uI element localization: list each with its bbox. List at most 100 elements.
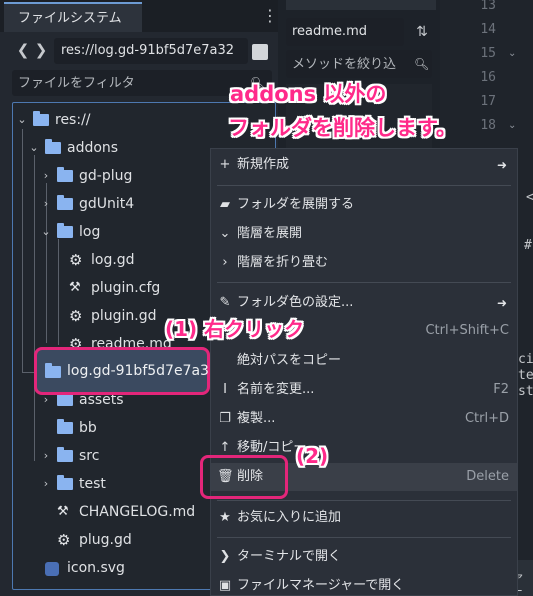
tree-item-label: log.gd-91bf5d7e7a32: [67, 363, 218, 379]
code-fragment: st: [518, 384, 533, 399]
search-icon[interactable]: 🔍︎: [414, 56, 430, 72]
rename-icon: I: [223, 382, 227, 397]
annotation-headline-line2: フォルダを削除します。: [228, 116, 457, 140]
code-fragment: #: [524, 238, 532, 253]
sort-icon[interactable]: ⇅: [412, 22, 432, 42]
menu-item-label: 新規作成: [237, 157, 290, 172]
folder-icon: [45, 139, 61, 155]
tree-item-label: bb: [79, 420, 97, 436]
path-navigation: ❮ ❯ res://log.gd-91bf5d7e7a32: [0, 34, 278, 66]
delete-highlight: [200, 455, 288, 499]
menu-separator: [217, 537, 511, 538]
folder-icon: [57, 447, 73, 463]
chevron-down-icon: ⌄: [219, 226, 231, 241]
file-filter-input[interactable]: [12, 70, 248, 96]
folder-icon: [33, 111, 49, 127]
tree-item-label: plugin.cfg: [91, 280, 161, 296]
panel-top-strip: [286, 0, 436, 10]
code-fragment: <: [526, 190, 533, 205]
line-number: 13: [480, 0, 496, 13]
kebab-menu-icon[interactable]: ⋮: [262, 6, 278, 26]
context-menu: + 新規作成 ➜ ▰ フォルダを展開する ⌄ 階層を展開 › 階層を折り畳む ✎…: [210, 148, 518, 596]
menu-separator: [217, 282, 511, 283]
menu-item-label: 階層を展開: [237, 226, 303, 241]
method-filter-input[interactable]: [286, 50, 410, 78]
line-number: 18: [480, 118, 496, 133]
chevron-down-icon[interactable]: ⌄: [39, 223, 53, 241]
chevron-right-icon: ›: [222, 255, 228, 270]
dock-tabbar: ファイルシステム ⋮: [0, 0, 278, 32]
menu-item-label: ターミナルで開く: [237, 549, 342, 564]
line-number: 15: [480, 46, 496, 61]
menu-item-label: 名前を変更...: [237, 382, 315, 397]
brush-icon: ✎: [219, 295, 231, 310]
menu-item-rename[interactable]: I 名前を変更... F2: [211, 376, 517, 404]
menu-item-add-favorite[interactable]: ★ お気に入りに追加: [211, 504, 517, 532]
tree-item-label: test: [79, 476, 106, 492]
tree-item-label: addons: [67, 140, 119, 156]
menu-shortcut: Ctrl+Shift+C: [425, 323, 509, 338]
tree-item-label: icon.svg: [67, 560, 125, 576]
tab-filesystem[interactable]: ファイルシステム: [4, 2, 142, 32]
folder-open-icon: ▰: [220, 197, 230, 212]
config-icon: ⚒: [57, 504, 69, 519]
menu-shortcut: F2: [493, 382, 509, 397]
tree-item-label: CHANGELOG.md: [79, 504, 196, 520]
fold-chevron-icon[interactable]: ⌄: [508, 42, 516, 66]
chevron-left-icon[interactable]: ❮: [14, 38, 32, 62]
tree-item-label: log.gd: [91, 252, 135, 268]
chevron-right-icon[interactable]: ›: [39, 195, 53, 213]
menu-item-collapse-hierarchy[interactable]: › 階層を折り畳む: [211, 249, 517, 277]
submenu-arrow-icon: ➜: [496, 158, 507, 172]
terminal-icon: ❯: [219, 549, 231, 564]
menu-item-label: ファイルマネージャーで開く: [237, 578, 405, 593]
chevron-down-icon[interactable]: ⌄: [15, 111, 29, 129]
annotation-step1: (1) 右クリック: [165, 317, 305, 341]
menu-item-label: 絶対パスをコピー: [237, 353, 342, 368]
fold-chevron-icon[interactable]: ⌄: [508, 114, 516, 138]
plus-icon: +: [219, 157, 231, 172]
menu-item-label: フォルダを展開する: [237, 197, 355, 212]
menu-item-label: 階層を折り畳む: [237, 255, 329, 270]
tree-item-label: plug.gd: [79, 532, 132, 548]
menu-separator: [217, 500, 511, 501]
folder-icon: [57, 475, 73, 491]
path-field[interactable]: res://log.gd-91bf5d7e7a32: [54, 38, 248, 64]
menu-item-new[interactable]: + 新規作成 ➜: [211, 151, 517, 179]
submenu-arrow-icon: ➜: [496, 296, 507, 310]
menu-item-label: 複製...: [237, 411, 276, 426]
godot-icon: [45, 561, 61, 576]
annotation-step2: (2): [296, 444, 329, 468]
menu-item-open-file-manager[interactable]: ▣ ファイルマネージャーで開く: [211, 572, 517, 596]
chevron-down-icon[interactable]: ⌄: [27, 139, 41, 157]
method-filter: 🔍︎: [286, 50, 432, 78]
file-manager-icon: ▣: [218, 578, 232, 593]
gear-icon: ⚙: [69, 251, 83, 269]
config-icon: ⚒: [69, 280, 81, 295]
annotation-headline-line1: addons 以外の: [230, 82, 387, 106]
menu-separator: [217, 185, 511, 186]
line-number: 16: [480, 70, 496, 85]
menu-item-expand-hierarchy[interactable]: ⌄ 階層を展開: [211, 220, 517, 248]
chevron-right-icon[interactable]: ›: [39, 447, 53, 465]
line-number: 17: [480, 94, 496, 109]
menu-item-copy-absolute-path[interactable]: 絶対パスをコピー: [211, 347, 517, 375]
script-name[interactable]: readme.md: [286, 18, 404, 46]
line-number: 14: [480, 22, 496, 37]
menu-item-label: お気に入りに追加: [237, 510, 342, 525]
menu-item-expand-folder[interactable]: ▰ フォルダを展開する: [211, 191, 517, 219]
tree-item-label: gdUnit4: [79, 196, 135, 212]
tree-item-label: gd-plug: [79, 168, 133, 184]
folder-icon: [57, 167, 73, 183]
selected-folder-highlight[interactable]: log.gd-91bf5d7e7a32: [34, 347, 218, 395]
chevron-right-icon[interactable]: ›: [39, 475, 53, 493]
menu-shortcut: Delete: [466, 469, 509, 484]
folder-icon: [45, 363, 61, 379]
menu-item-open-terminal[interactable]: ❯ ターミナルで開く: [211, 543, 517, 571]
tree-item-label: res://: [55, 112, 91, 128]
tree-item-label: src: [79, 448, 100, 464]
chevron-right-icon[interactable]: ❯: [32, 38, 50, 62]
view-toggle-icon[interactable]: [252, 44, 268, 60]
menu-item-duplicate[interactable]: ❐ 複製... Ctrl+D: [211, 405, 517, 433]
chevron-right-icon[interactable]: ›: [39, 167, 53, 185]
